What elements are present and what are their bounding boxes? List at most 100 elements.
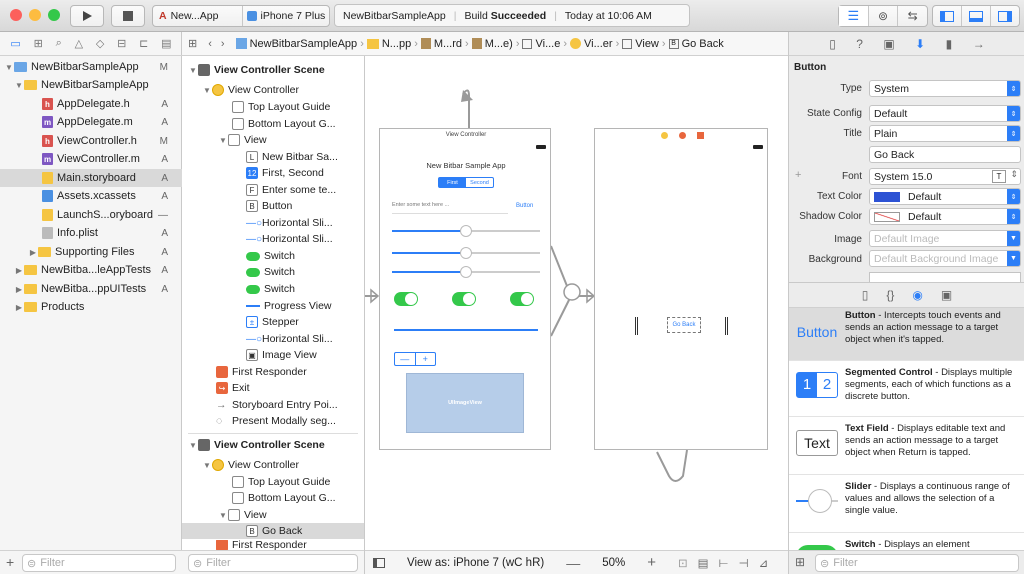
related-items-icon[interactable]: ⊞ bbox=[188, 37, 197, 50]
nav-item-main-storyboard[interactable]: Main.storyboard A bbox=[0, 169, 182, 187]
run-button[interactable] bbox=[70, 5, 104, 27]
scheme-selector[interactable]: A New...App iPhone 7 Plus bbox=[152, 5, 330, 27]
scene-1[interactable]: View Controller New Bitbar Sample App Fi… bbox=[379, 128, 551, 450]
jump-item[interactable]: Go Back bbox=[682, 38, 724, 50]
disclosure-icon[interactable]: ▶ bbox=[14, 285, 24, 294]
switch-1[interactable] bbox=[394, 292, 418, 306]
disclosure-icon[interactable]: ▼ bbox=[188, 66, 198, 75]
outline-scene-2[interactable]: ▼ View Controller Scene bbox=[188, 437, 325, 453]
nav-item-launch-storyboard[interactable]: LaunchS...oryboard — bbox=[0, 206, 182, 224]
outline-item[interactable]: First Responder bbox=[216, 364, 307, 380]
slider-2[interactable] bbox=[392, 247, 540, 259]
standard-editor-button[interactable]: ☰ bbox=[839, 6, 869, 26]
stack-icon[interactable]: ▤ bbox=[698, 556, 709, 570]
text-field[interactable]: Enter some text here ... bbox=[392, 202, 508, 214]
outline-item[interactable]: —○ Horizontal Sli... bbox=[246, 231, 333, 247]
scheme-button[interactable]: A New...App bbox=[153, 6, 243, 26]
add-icon[interactable]: + bbox=[6, 554, 14, 570]
outline-item[interactable]: F Enter some te... bbox=[246, 182, 336, 198]
zoom-level[interactable]: 50% bbox=[602, 557, 625, 569]
zoom-window-button[interactable] bbox=[48, 9, 60, 21]
storyboard-canvas[interactable]: View Controller New Bitbar Sample App Fi… bbox=[365, 56, 788, 550]
segment-first[interactable]: First bbox=[439, 178, 466, 187]
hierarchy-icon[interactable]: ⊞ bbox=[34, 37, 43, 50]
outline-item[interactable]: ▼ View Controller bbox=[202, 82, 299, 98]
library-item-button[interactable]: Button Button - Intercepts touch events … bbox=[789, 308, 1024, 360]
slider-1[interactable] bbox=[392, 225, 540, 237]
nav-item-assets[interactable]: Assets.xcassets A bbox=[0, 187, 182, 205]
outline-item[interactable]: —○ Horizontal Sli... bbox=[246, 215, 333, 231]
font-picker-icon[interactable]: T bbox=[992, 170, 1006, 183]
disclosure-icon[interactable]: ▼ bbox=[14, 81, 24, 90]
outline-item[interactable]: ▣ Image View bbox=[246, 347, 317, 363]
file-template-icon[interactable]: ▯ bbox=[862, 288, 869, 302]
font-field[interactable]: System 15.0 T ⇕ bbox=[869, 168, 1021, 185]
title-popup[interactable]: Plain ⇕ bbox=[869, 125, 1021, 142]
stepper[interactable]: — + bbox=[394, 352, 436, 366]
scene-2[interactable]: Go Back bbox=[594, 128, 768, 450]
constraint-handle-left[interactable] bbox=[635, 317, 641, 335]
outline-item[interactable]: → Storyboard Entry Poi... bbox=[216, 397, 338, 413]
disclosure-icon[interactable]: ▼ bbox=[218, 136, 228, 145]
disclosure-icon[interactable]: ▶ bbox=[14, 303, 24, 312]
outline-item[interactable]: First Responder bbox=[216, 540, 307, 550]
state-config-popup[interactable]: Default ⇕ bbox=[869, 105, 1021, 122]
nav-item-group[interactable]: ▼ NewBitbarSampleApp bbox=[0, 76, 182, 94]
forward-icon[interactable]: › bbox=[221, 38, 225, 50]
outline-item[interactable]: —○ Horizontal Sli... bbox=[246, 331, 333, 347]
jump-item[interactable]: Vi...er bbox=[584, 38, 613, 50]
update-frames-icon[interactable]: ⊡ bbox=[678, 556, 688, 570]
switch-2[interactable] bbox=[452, 292, 476, 306]
outline-item[interactable]: L New Bitbar Sa... bbox=[246, 149, 338, 165]
code-snippet-icon[interactable]: {} bbox=[886, 288, 894, 302]
shadow-color-popup[interactable]: Default ⇕ bbox=[869, 208, 1021, 225]
test-icon[interactable]: ◇ bbox=[96, 37, 104, 50]
library-filter-input[interactable]: ⊜ Filter bbox=[815, 554, 1019, 572]
jump-item[interactable]: N...pp bbox=[382, 38, 411, 50]
add-variation-icon[interactable]: + bbox=[795, 169, 801, 181]
nav-item-products[interactable]: ▶ Products bbox=[0, 298, 182, 316]
library-item-textfield[interactable]: Text Text Field - Displays editable text… bbox=[789, 416, 1024, 474]
segmented-control[interactable]: First Second bbox=[438, 177, 494, 188]
zoom-in-button[interactable]: + bbox=[647, 554, 656, 571]
close-window-button[interactable] bbox=[10, 9, 22, 21]
image-combo[interactable]: Default Image ▼ bbox=[869, 230, 1021, 247]
folder-icon[interactable]: ▭ bbox=[10, 37, 20, 50]
outline-item[interactable]: Switch bbox=[246, 264, 295, 280]
align-icon[interactable]: ⊢ bbox=[719, 556, 729, 570]
library-item-switch[interactable]: Switch - Displays an element bbox=[789, 532, 1024, 550]
file-icon[interactable]: ▯ bbox=[829, 37, 836, 51]
media-library-icon[interactable]: ▣ bbox=[941, 288, 952, 302]
stepper-icon[interactable]: ⇕ bbox=[1010, 169, 1018, 180]
resolve-icon[interactable]: ⊿ bbox=[759, 556, 769, 570]
outline-item[interactable]: ▼ View Controller bbox=[202, 457, 299, 473]
library-item-segmented[interactable]: 1 2 Segmented Control - Displays multipl… bbox=[789, 360, 1024, 416]
outline-item[interactable]: Top Layout Guide bbox=[232, 99, 330, 115]
editor-mode-control[interactable]: ☰ ⊚ ⇆ bbox=[838, 5, 928, 27]
warning-icon[interactable]: △ bbox=[75, 37, 83, 50]
nav-item-viewcontroller-h[interactable]: h ViewController.h M bbox=[0, 132, 182, 150]
nav-item-project[interactable]: ▼ NewBitbarSampleApp M bbox=[0, 58, 182, 76]
nav-item-info-plist[interactable]: Info.plist A bbox=[0, 224, 182, 242]
nav-item-supporting-files[interactable]: ▶ Supporting Files A bbox=[0, 243, 182, 261]
toggle-outline-icon[interactable] bbox=[373, 557, 385, 568]
outline-item[interactable]: Bottom Layout G... bbox=[232, 116, 336, 132]
slider-3[interactable] bbox=[392, 266, 540, 278]
nav-item-uitests[interactable]: ▶ NewBitba...ppUITests A bbox=[0, 280, 182, 298]
attributes-icon[interactable]: ⬇ bbox=[915, 37, 925, 51]
pin-icon[interactable]: ⊣ bbox=[739, 556, 749, 570]
back-icon[interactable]: ‹ bbox=[208, 38, 212, 50]
disclosure-icon[interactable]: ▼ bbox=[202, 461, 212, 470]
outline-item[interactable]: ▼ View bbox=[218, 132, 267, 148]
outline-item[interactable]: ◌ Present Modally seg... bbox=[216, 413, 336, 429]
segment-second[interactable]: Second bbox=[466, 178, 493, 187]
nav-item-appdelegate-m[interactable]: m AppDelegate.m A bbox=[0, 113, 182, 131]
go-back-button[interactable]: Go Back bbox=[667, 317, 701, 333]
disclosure-icon[interactable]: ▼ bbox=[218, 511, 228, 520]
constraint-handle-right[interactable] bbox=[725, 317, 731, 335]
button[interactable]: Button bbox=[516, 203, 533, 209]
outline-item[interactable]: Progress View bbox=[246, 298, 332, 314]
background-combo[interactable]: Default Background Image ▼ bbox=[869, 250, 1021, 267]
identity-icon[interactable]: ▣ bbox=[883, 37, 894, 51]
disclosure-icon[interactable]: ▶ bbox=[14, 266, 24, 275]
